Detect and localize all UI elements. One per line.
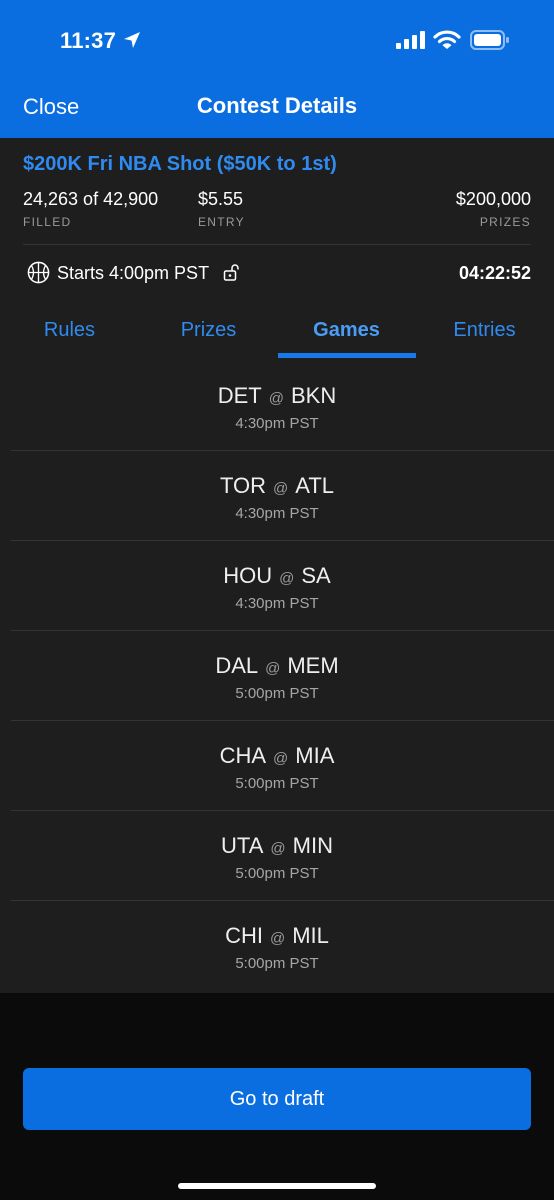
game-row[interactable]: TOR @ ATL 4:30pm PST bbox=[0, 451, 554, 541]
lock-icon bbox=[223, 264, 239, 281]
away-team: CHI bbox=[225, 923, 263, 948]
status-time: 11:37 bbox=[60, 28, 117, 53]
game-time: 5:00pm PST bbox=[235, 955, 319, 972]
countdown-timer: 04:22:52 bbox=[458, 263, 531, 283]
entry-value: $5.55 bbox=[198, 189, 244, 209]
matchup: UTA @ MIN bbox=[0, 833, 554, 859]
filled-label: FILLED bbox=[23, 215, 72, 229]
away-team: DET bbox=[217, 383, 262, 408]
away-team: CHA bbox=[219, 743, 267, 768]
home-indicator[interactable] bbox=[178, 1183, 376, 1189]
go-to-draft-button[interactable]: Go to draft bbox=[23, 1068, 531, 1130]
start-time: Starts 4:00pm PST bbox=[57, 263, 210, 283]
active-tab-indicator bbox=[278, 353, 416, 358]
home-team: MIL bbox=[292, 923, 329, 948]
game-time: 5:00pm PST bbox=[235, 775, 319, 792]
cellular-signal-icon bbox=[396, 31, 425, 49]
prizes-label: PRIZES bbox=[479, 215, 531, 229]
home-team: MEM bbox=[287, 653, 339, 678]
home-team: BKN bbox=[290, 383, 337, 408]
divider bbox=[23, 244, 531, 245]
tab-games[interactable]: Games bbox=[277, 319, 416, 342]
at-sign: @ bbox=[273, 750, 289, 767]
game-row[interactable]: DET @ BKN 4:30pm PST bbox=[0, 361, 554, 451]
home-team: MIA bbox=[295, 743, 335, 768]
away-team: HOU bbox=[223, 563, 273, 588]
game-time: 5:00pm PST bbox=[235, 865, 319, 882]
prizes-value: $200,000 bbox=[455, 189, 531, 209]
at-sign: @ bbox=[265, 660, 281, 677]
matchup: TOR @ ATL bbox=[0, 473, 554, 499]
game-time: 5:00pm PST bbox=[235, 685, 319, 702]
at-sign: @ bbox=[268, 390, 284, 407]
away-team: TOR bbox=[220, 473, 267, 498]
at-sign: @ bbox=[273, 480, 289, 497]
matchup: CHI @ MIL bbox=[0, 923, 554, 949]
home-team: SA bbox=[301, 563, 331, 588]
tab-rules[interactable]: Rules bbox=[0, 319, 139, 342]
game-row[interactable]: CHA @ MIA 5:00pm PST bbox=[0, 721, 554, 811]
matchup: HOU @ SA bbox=[0, 563, 554, 589]
page-title: Contest Details bbox=[196, 93, 358, 118]
home-team: ATL bbox=[295, 473, 334, 498]
location-arrow-icon bbox=[124, 32, 140, 48]
game-row[interactable]: HOU @ SA 4:30pm PST bbox=[0, 541, 554, 631]
contest-name[interactable]: $200K Fri NBA Shot ($50K to 1st) bbox=[23, 153, 337, 176]
matchup: DET @ BKN bbox=[0, 383, 554, 409]
tab-entries[interactable]: Entries bbox=[415, 319, 554, 342]
tab-prizes[interactable]: Prizes bbox=[139, 319, 278, 342]
game-row[interactable]: DAL @ MEM 5:00pm PST bbox=[0, 631, 554, 721]
entry-label: ENTRY bbox=[198, 215, 245, 229]
filled-value: 24,263 of 42,900 bbox=[23, 189, 159, 209]
game-time: 4:30pm PST bbox=[235, 505, 319, 522]
wifi-icon bbox=[433, 30, 461, 49]
at-sign: @ bbox=[270, 840, 286, 857]
games-list: DET @ BKN 4:30pm PST TOR @ ATL 4:30pm PST HO… bbox=[0, 361, 554, 993]
contest-summary: $200K Fri NBA Shot ($50K to 1st) 24,263 … bbox=[0, 138, 554, 361]
away-team: DAL bbox=[215, 653, 259, 678]
battery-icon bbox=[470, 30, 509, 50]
at-sign: @ bbox=[279, 570, 295, 587]
matchup: DAL @ MEM bbox=[0, 653, 554, 679]
game-time: 4:30pm PST bbox=[235, 415, 319, 432]
at-sign: @ bbox=[269, 930, 286, 947]
header: 11:37 Close Contest Details bbox=[0, 0, 554, 138]
away-team: UTA bbox=[221, 833, 264, 858]
home-team: MIN bbox=[292, 833, 333, 858]
game-row[interactable]: UTA @ MIN 5:00pm PST bbox=[0, 811, 554, 901]
matchup: CHA @ MIA bbox=[0, 743, 554, 769]
contest-details-screen: 11:37 Close Contest Details $200K Fri NB… bbox=[0, 0, 554, 1200]
basketball-icon bbox=[27, 261, 50, 284]
game-row[interactable]: CHI @ MIL 5:00pm PST bbox=[0, 901, 554, 991]
game-time: 4:30pm PST bbox=[235, 595, 319, 612]
